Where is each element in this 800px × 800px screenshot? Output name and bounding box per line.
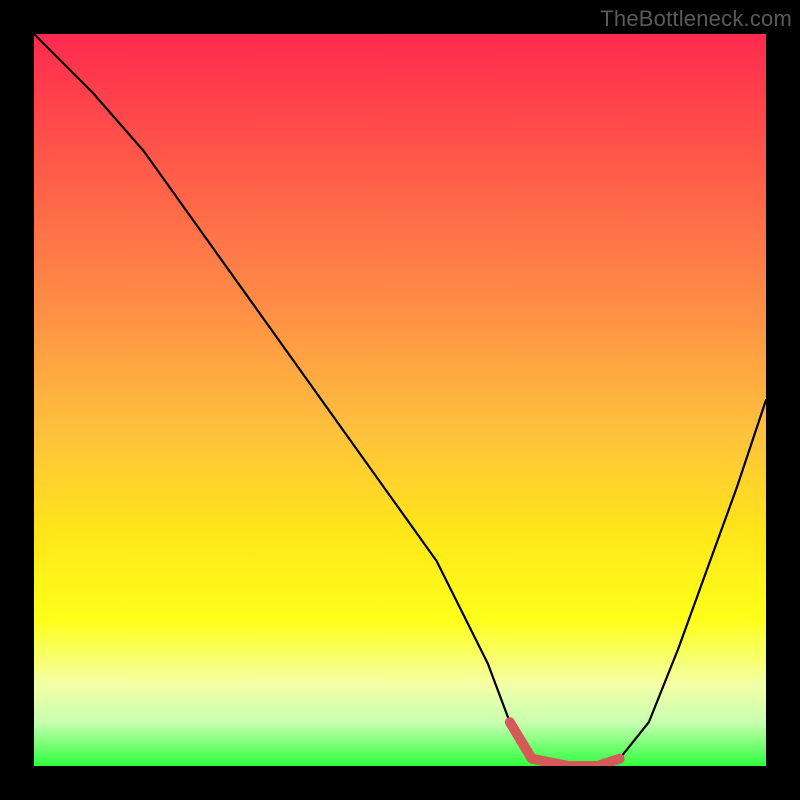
- curve-layer: [34, 34, 766, 766]
- watermark-text: TheBottleneck.com: [600, 6, 792, 32]
- plot-area: [34, 34, 766, 766]
- bottleneck-curve: [34, 34, 766, 766]
- highlight-segment: [510, 722, 620, 766]
- chart-frame: TheBottleneck.com: [0, 0, 800, 800]
